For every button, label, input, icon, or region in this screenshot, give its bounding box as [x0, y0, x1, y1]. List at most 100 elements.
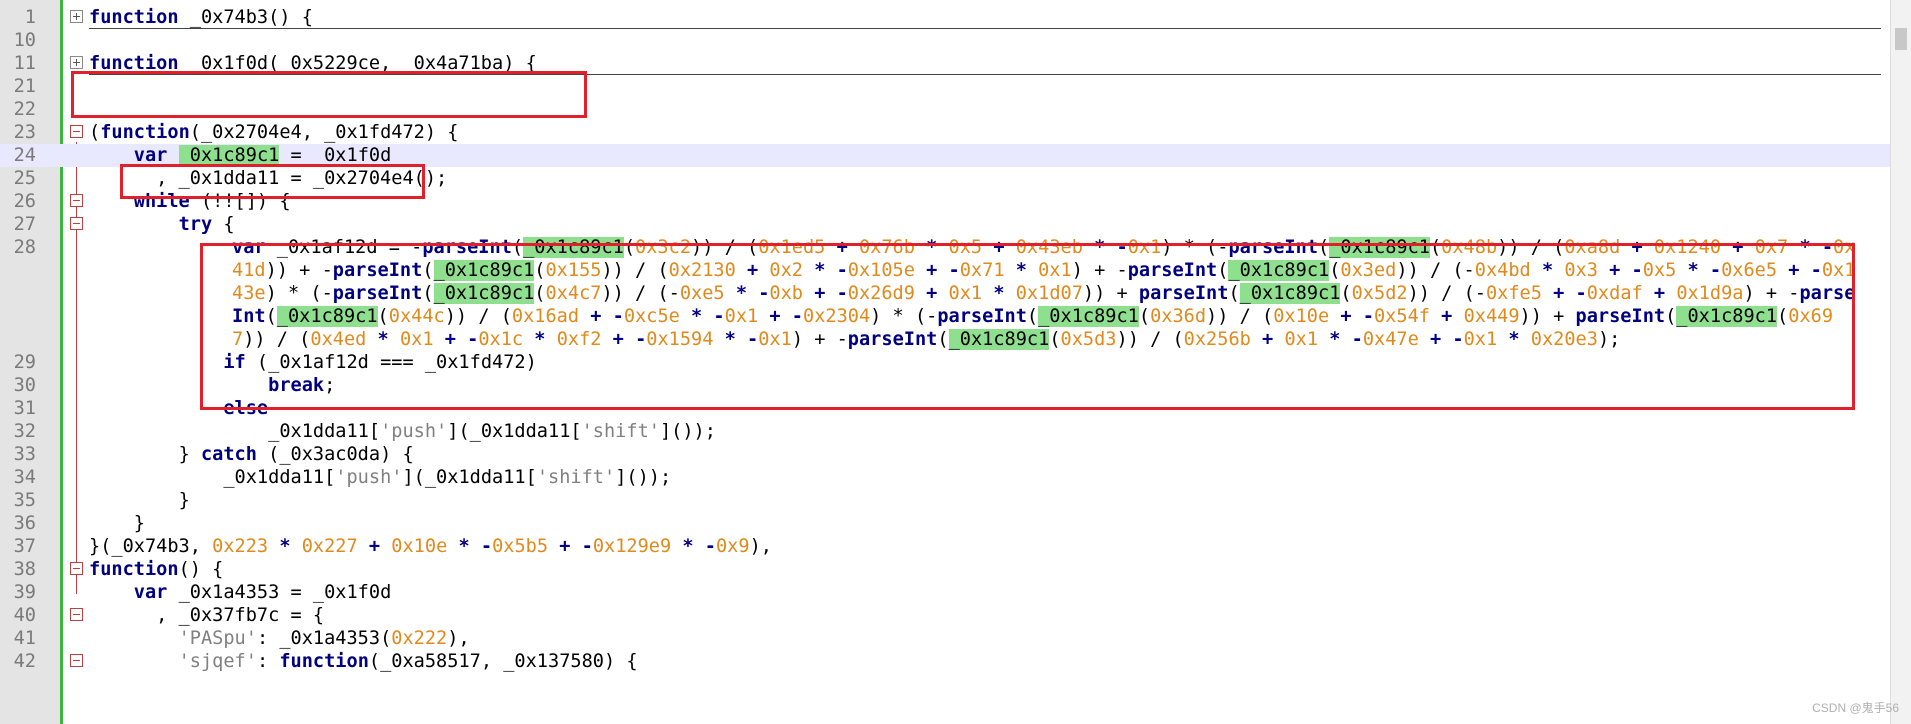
line-number: 30: [13, 375, 36, 396]
code-line-33[interactable]: 33 } catch (_0x3ac0da) {: [0, 443, 1911, 466]
keyword: function: [279, 651, 369, 672]
line-number: 39: [13, 582, 36, 603]
fold-collapse-icon[interactable]: [70, 125, 83, 138]
line-number: 22: [13, 99, 36, 120]
code-line-10[interactable]: 10: [0, 29, 1911, 52]
annotation-box-function-def: [71, 71, 587, 118]
code-line-1[interactable]: 1 function _0x74b3() {: [0, 6, 1911, 29]
fold-collapse-icon[interactable]: [70, 654, 83, 667]
line-number: 33: [13, 444, 36, 465]
code-line-39[interactable]: 39 var _0x1a4353 = _0x1f0d: [0, 581, 1911, 604]
code-line-38[interactable]: 38 function() {: [0, 558, 1911, 581]
code-text: _0x1dda11[: [268, 421, 381, 442]
fold-collapse-icon[interactable]: [70, 608, 83, 621]
line-number: 26: [13, 191, 36, 212]
line-number: 11: [13, 53, 36, 74]
line-number: 23: [13, 122, 36, 143]
number-literal: 0x222: [391, 628, 448, 649]
operator: +: [357, 536, 392, 557]
number-literal: 0x5b5: [492, 536, 549, 557]
annotation-box-var-assign: [120, 164, 425, 199]
line-number: 42: [13, 651, 36, 672]
code-line-32[interactable]: 32 _0x1dda11['push'](_0x1dda11['shift'](…: [0, 420, 1911, 443]
code-text: _0x1dda11[: [223, 467, 336, 488]
code-text: }: [133, 513, 145, 534]
string-literal: 'sjqef': [178, 651, 257, 672]
keyword: var: [133, 145, 168, 166]
line-number: 24: [13, 145, 36, 166]
code-line-34[interactable]: 34 _0x1dda11['push'](_0x1dda11['shift'](…: [0, 466, 1911, 489]
vertical-scrollbar[interactable]: [1890, 0, 1911, 724]
line-number: 40: [13, 605, 36, 626]
line-number: 28: [13, 237, 36, 258]
fold-expand-icon[interactable]: [70, 56, 83, 69]
string-literal: 'shift': [536, 467, 616, 488]
code-text: : _0x1a4353(: [256, 628, 392, 649]
code-text: ),: [749, 536, 772, 557]
code-line-41[interactable]: 41 'PASpu': _0x1a4353(0x222),: [0, 627, 1911, 650]
code-line-23[interactable]: 23 (function(_0x2704e4, _0x1fd472) {: [0, 121, 1911, 144]
line-number: 34: [13, 467, 36, 488]
code-text: ]());: [615, 467, 672, 488]
line-number: 37: [13, 536, 36, 557]
keyword: var: [133, 582, 168, 603]
code-line-37[interactable]: 37 }(_0x74b3, 0x223 * 0x227 + 0x10e * -0…: [0, 535, 1911, 558]
keyword: function: [89, 559, 179, 580]
number-literal: 0x129e9: [592, 536, 672, 557]
code-text: , _0x37fb7c = {: [156, 605, 325, 626]
highlighted-identifier: _0x1c89c1: [178, 145, 280, 166]
line-number: 1: [24, 7, 36, 28]
code-text: :: [256, 651, 280, 672]
annotation-box-parseint-expression: [200, 243, 1855, 410]
code-line-36[interactable]: 36 }: [0, 512, 1911, 535]
line-number: 32: [13, 421, 36, 442]
code-line-40[interactable]: 40 , _0x37fb7c = {: [0, 604, 1911, 627]
code-text: = _0x1f0d: [279, 145, 392, 166]
keyword: catch: [200, 444, 257, 465]
line-number: 41: [13, 628, 36, 649]
code-line-42[interactable]: 42 'sjqef': function(_0xa58517, _0x13758…: [0, 650, 1911, 673]
line-number: 10: [13, 30, 36, 51]
code-line-35[interactable]: 35 }: [0, 489, 1911, 512]
line-number: 29: [13, 352, 36, 373]
operator: + -: [548, 536, 593, 557]
number-literal: 0x223: [212, 536, 269, 557]
scrollbar-thumb[interactable]: [1895, 28, 1907, 50]
line-number: 38: [13, 559, 36, 580]
code-text: (_0x3ac0da) {: [256, 444, 414, 465]
code-text: _0x1a4353 = _0x1f0d: [167, 582, 392, 603]
code-text: (: [89, 122, 101, 143]
operator: *: [268, 536, 302, 557]
code-text: }(_0x74b3,: [89, 536, 213, 557]
number-literal: 0x10e: [391, 536, 448, 557]
string-literal: 'shift': [581, 421, 660, 442]
code-text: _0x74b3() {: [178, 7, 313, 28]
code-text: ](_0x1dda11[: [447, 421, 582, 442]
string-literal: 'push': [335, 467, 403, 488]
fold-collapse-icon[interactable]: [70, 562, 83, 575]
string-literal: 'push': [380, 421, 448, 442]
number-literal: 0x9: [715, 536, 750, 557]
code-text: }: [178, 490, 190, 511]
code-text: (_0x2704e4, _0x1fd472) {: [189, 122, 459, 143]
fold-collapse-icon[interactable]: [70, 217, 83, 230]
line-number: 36: [13, 513, 36, 534]
line-number: 35: [13, 490, 36, 511]
number-literal: 0x227: [301, 536, 358, 557]
line-number: 25: [13, 168, 36, 189]
line-number: 27: [13, 214, 36, 235]
line-number: 21: [13, 76, 36, 97]
string-literal: 'PASpu': [178, 628, 257, 649]
keyword: function: [89, 7, 179, 28]
watermark: CSDN @鬼手56: [1812, 701, 1899, 715]
code-editor[interactable]: 1 function _0x74b3() { 10 11 function _0…: [0, 0, 1911, 724]
code-text: ),: [447, 628, 470, 649]
fold-expand-icon[interactable]: [70, 10, 83, 23]
keyword: function: [100, 122, 190, 143]
keyword: try: [178, 214, 213, 235]
code-text: () {: [178, 559, 224, 580]
fold-collapse-icon[interactable]: [70, 194, 83, 207]
code-text: {: [212, 214, 235, 235]
code-line-27[interactable]: 27 try {: [0, 213, 1911, 236]
code-text: ]());: [659, 421, 716, 442]
